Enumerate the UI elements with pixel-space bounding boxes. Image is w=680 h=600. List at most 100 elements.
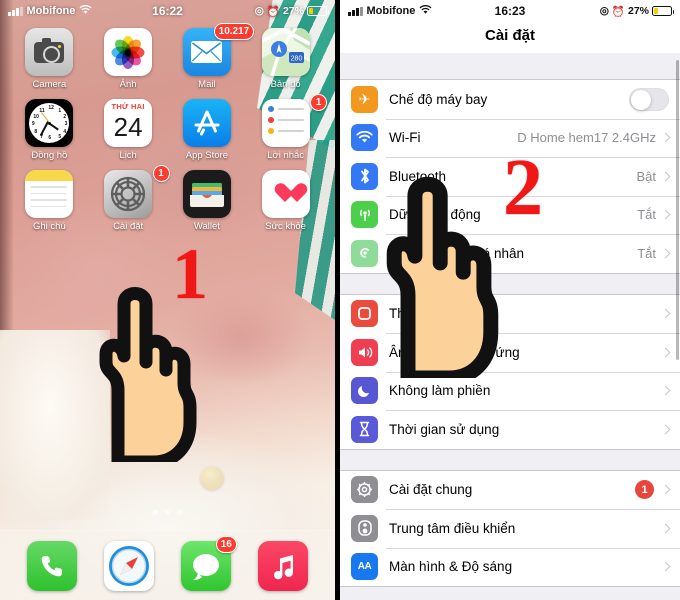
do-not-disturb-icon	[351, 377, 378, 405]
app-label: Bản đồ	[270, 79, 301, 90]
wallet-icon	[182, 170, 231, 218]
screen-time-icon	[351, 415, 378, 443]
reminders-badge: 1	[310, 94, 327, 111]
clock-label: 16:22	[152, 4, 183, 18]
app-label: Ghi chú	[33, 221, 66, 232]
airplane-mode-toggle[interactable]	[629, 87, 669, 111]
page-title: Cài đặt	[340, 22, 680, 53]
battery-icon	[652, 6, 674, 16]
step-marker-2: 2	[503, 144, 543, 232]
calendar-weekday: THỨ HAI	[104, 99, 153, 112]
chevron-right-icon	[660, 424, 671, 435]
airplane-icon: ✈	[351, 85, 378, 113]
row-label: Màn hình & Độ sáng	[389, 559, 513, 575]
page-indicator-dots	[0, 510, 335, 524]
row-label: Cài đặt chung	[389, 482, 473, 498]
app-icon-clock[interactable]: 12 3 6 9 1 2 11 10 4 5 7 8 Đồng hồ	[14, 99, 85, 161]
row-value: Tắt	[637, 207, 656, 223]
app-label: Lời nhắc	[267, 150, 305, 161]
calendar-day: 24	[113, 112, 143, 142]
row-label: Không làm phiền	[389, 383, 491, 399]
control-center-icon	[351, 514, 378, 542]
photos-icon	[104, 28, 153, 76]
chevron-right-icon	[660, 347, 671, 358]
app-label: Mail	[198, 79, 216, 90]
app-grid: Camera Ảnh 10.217 Mail 280 Bản đồ 12 3 6…	[0, 22, 335, 232]
app-label: Đồng hồ	[31, 150, 68, 161]
app-icon-wallet[interactable]: Wallet	[172, 170, 243, 232]
app-icon-calendar[interactable]: THỨ HAI 24 Lịch	[93, 99, 164, 161]
health-heart-icon	[261, 170, 310, 218]
music-note-icon	[257, 540, 308, 591]
app-icon-maps[interactable]: 280 Bản đồ	[250, 28, 321, 90]
row-value: Tắt	[637, 245, 656, 261]
settings-row-general[interactable]: Cài đặt chung 1	[340, 471, 680, 510]
battery-icon	[307, 6, 329, 16]
settings-badge: 1	[152, 165, 170, 182]
maps-icon: 280	[261, 28, 310, 76]
row-value: Bật	[636, 168, 656, 184]
dock-icon-music[interactable]	[257, 540, 308, 591]
row-value: D Home hem17 2.4GHz	[517, 130, 656, 146]
clock-icon: 12 3 6 9 1 2 11 10 4 5 7 8	[25, 99, 74, 147]
app-icon-appstore[interactable]: App Store	[172, 99, 243, 161]
row-label: Chế độ máy bay	[389, 91, 488, 107]
clock-label: 16:23	[494, 4, 526, 18]
settings-group-general: Cài đặt chung 1 Trung tâm điều khiển AA …	[340, 469, 680, 587]
app-icon-settings[interactable]: 1 Cài đặt	[93, 165, 170, 232]
chevron-right-icon	[660, 561, 671, 572]
settings-row-control-center[interactable]: Trung tâm điều khiển	[340, 509, 680, 548]
dock: 16	[0, 530, 335, 600]
phone-icon	[27, 540, 78, 591]
dock-icon-safari[interactable]	[104, 540, 155, 591]
reminders-icon	[261, 99, 310, 147]
row-label: Thời gian sử dụng	[389, 421, 500, 437]
chevron-right-icon	[660, 209, 671, 220]
app-icon-notes[interactable]: Ghi chú	[14, 170, 85, 232]
app-icon-health[interactable]: Sức khỏe	[250, 170, 321, 232]
settings-row-display-brightness[interactable]: AA Màn hình & Độ sáng	[340, 547, 680, 587]
display-brightness-icon: AA	[351, 553, 378, 581]
app-icon-mail[interactable]: 10.217 Mail	[172, 23, 255, 90]
dual-screenshot: Mobifone 16:22 ◎ ⏰ 27% Camera Ảnh 10.217…	[0, 0, 680, 600]
app-icon-camera[interactable]: Camera	[14, 28, 85, 90]
list-top-spacer	[340, 53, 680, 79]
app-icon-photos[interactable]: Ảnh	[93, 28, 164, 90]
chevron-right-icon	[660, 308, 671, 319]
wallpaper-snap-button	[200, 466, 224, 490]
right-status-bar: Mobifone 16:23 ◎ ⏰ 27%	[340, 0, 680, 22]
app-label: Lịch	[119, 150, 137, 161]
dock-icon-phone[interactable]	[27, 540, 78, 591]
app-label: App Store	[185, 150, 228, 161]
scrollbar[interactable]	[676, 60, 679, 360]
dock-icon-messages[interactable]: 16	[180, 535, 237, 591]
pointing-hand-cursor-2	[386, 176, 499, 378]
app-icon-reminders[interactable]: 1 Lời nhắc	[250, 94, 327, 161]
app-label: Wallet	[193, 221, 220, 232]
app-label: Ảnh	[119, 79, 137, 90]
home-screen-panel: Mobifone 16:22 ◎ ⏰ 27% Camera Ảnh 10.217…	[0, 0, 335, 600]
mail-badge: 10.217	[213, 23, 255, 40]
safari-compass-icon	[104, 540, 155, 591]
chevron-right-icon	[660, 132, 671, 143]
app-label: Sức khỏe	[265, 221, 306, 232]
step-marker-1: 1	[172, 234, 208, 314]
settings-row-airplane-mode[interactable]: ✈ Chế độ máy bay	[340, 80, 680, 119]
appstore-icon	[182, 99, 231, 147]
chevron-right-icon	[660, 385, 671, 396]
chevron-right-icon	[660, 523, 671, 534]
app-label: Camera	[32, 79, 67, 90]
notes-icon	[25, 170, 74, 218]
messages-badge: 16	[215, 535, 237, 553]
general-gear-icon	[351, 476, 378, 504]
chevron-right-icon	[660, 484, 671, 495]
calendar-icon: THỨ HAI 24	[104, 99, 153, 147]
svg-text:280: 280	[290, 56, 302, 63]
chevron-right-icon	[660, 171, 671, 182]
row-label: Trung tâm điều khiển	[389, 520, 516, 536]
group-spacer	[340, 449, 680, 470]
chevron-right-icon	[660, 248, 671, 259]
left-status-bar: Mobifone 16:22 ◎ ⏰ 27%	[0, 0, 335, 22]
settings-gear-icon	[104, 170, 153, 218]
settings-row-screen-time[interactable]: Thời gian sử dụng	[340, 410, 680, 449]
